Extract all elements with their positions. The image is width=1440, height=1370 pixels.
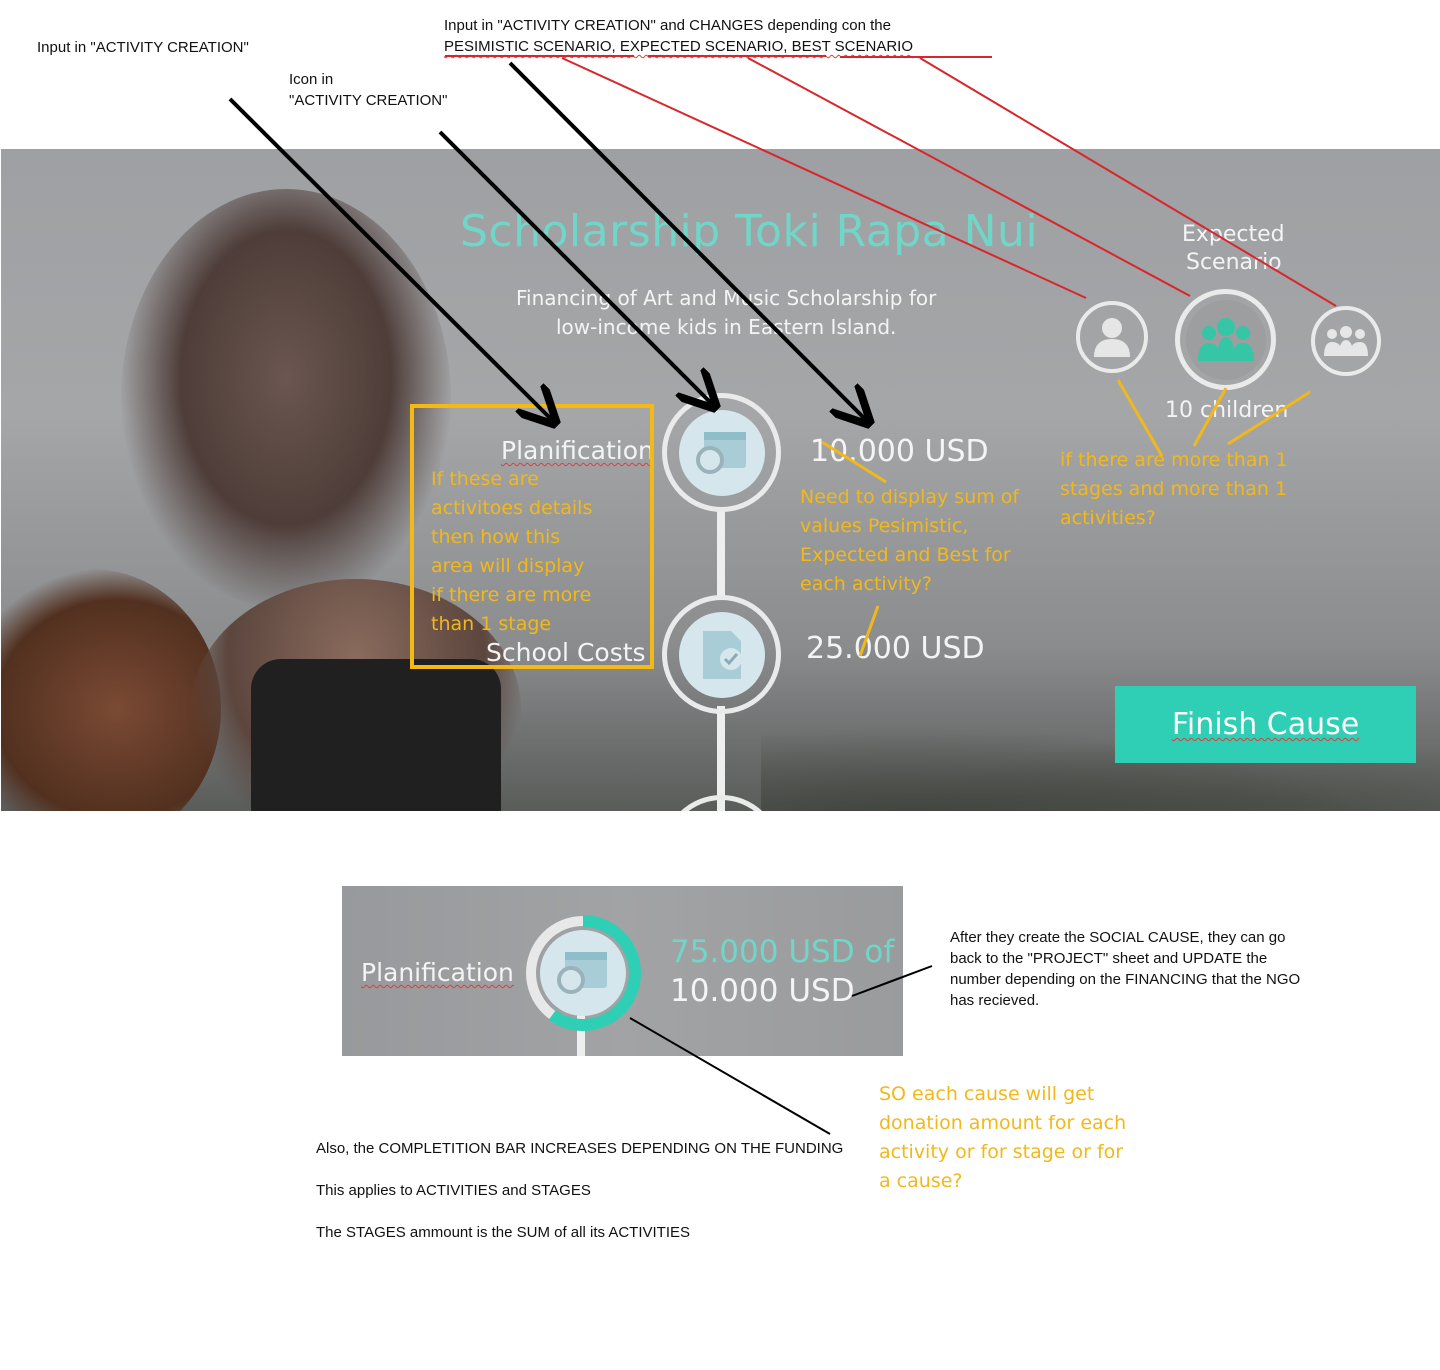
scenario-list: PESIMISTIC SCENARIO, EXPECTED SCENARIO, … — [444, 36, 913, 57]
hero-photo-girl — [121, 189, 451, 609]
stage-icon-school-costs[interactable] — [662, 595, 781, 714]
expected-scenario-button[interactable] — [1175, 289, 1276, 390]
scenario-label-line2: Scenario — [1186, 250, 1282, 275]
violin-photo — [1, 569, 221, 811]
progress-stage-label: Planification — [361, 958, 514, 987]
icon-note-line1: Icon in — [289, 71, 334, 88]
scenario-expected: EXPECTED SCENARIO, — [619, 38, 788, 55]
group-icon — [1197, 317, 1254, 361]
calendar-icon — [557, 952, 607, 994]
scenario-pesimistic: PESIMISTIC SCENARIO, — [444, 38, 616, 55]
activity-input-note: Input in "ACTIVITY CREATION" — [37, 39, 249, 56]
completion-note: Also, the COMPLETITION BAR INCREASES DEP… — [316, 1140, 844, 1157]
cause-description-line1: Financing of Art and Music Scholarship f… — [516, 286, 937, 310]
single-person-icon — [1094, 318, 1130, 357]
question-more-stages: if there are more than 1 stages and more … — [1060, 449, 1288, 529]
calendar-icon — [695, 431, 746, 474]
question-sum-values: Need to display sum of values Pesimistic,… — [800, 486, 1020, 595]
stage-icon-planification[interactable] — [662, 393, 781, 512]
progress-goal-amount: 10.000 USD — [670, 973, 855, 1009]
finish-cause-button[interactable]: Finish Cause — [1115, 686, 1416, 763]
pesimistic-scenario-button[interactable] — [1076, 301, 1148, 373]
question-donation: SO each cause will get donation amount fo… — [879, 1083, 1127, 1192]
stage-amount-planification: 10.000 USD — [810, 434, 989, 469]
scenario-best: BEST SCENARIO — [791, 38, 914, 55]
crowd-icon — [1324, 326, 1368, 356]
stages-sum-note: The STAGES ammount is the SUM of all its… — [316, 1224, 691, 1241]
timeline-connector — [717, 510, 725, 600]
cause-description-line2: low-income kids in Eastern Island. — [556, 315, 897, 339]
scenario-note: Input in "ACTIVITY CREATION" and CHANGES… — [444, 17, 891, 34]
best-scenario-button[interactable] — [1311, 306, 1381, 376]
hero-photo-dress — [251, 659, 501, 811]
after-create-note: After they create the SOCIAL CAUSE, they… — [950, 929, 1301, 1009]
icon-note-line2: "ACTIVITY CREATION" — [289, 92, 448, 109]
cause-title[interactable]: Scholarship Toki Rapa Nui — [460, 206, 1038, 257]
beneficiaries-count: 10 children — [1165, 398, 1289, 423]
stage-amount-school-costs: 25.000 USD — [806, 631, 985, 666]
document-check-icon — [702, 630, 742, 679]
progress-funded-amount: 75.000 USD of — [670, 934, 895, 970]
scenario-label-line1: Expected — [1182, 222, 1285, 247]
applies-note: This applies to ACTIVITIES and STAGES — [316, 1182, 591, 1199]
question-stage-area: If these are activitoes details then how t… — [431, 468, 593, 635]
progress-stage-icon[interactable] — [540, 930, 626, 1016]
